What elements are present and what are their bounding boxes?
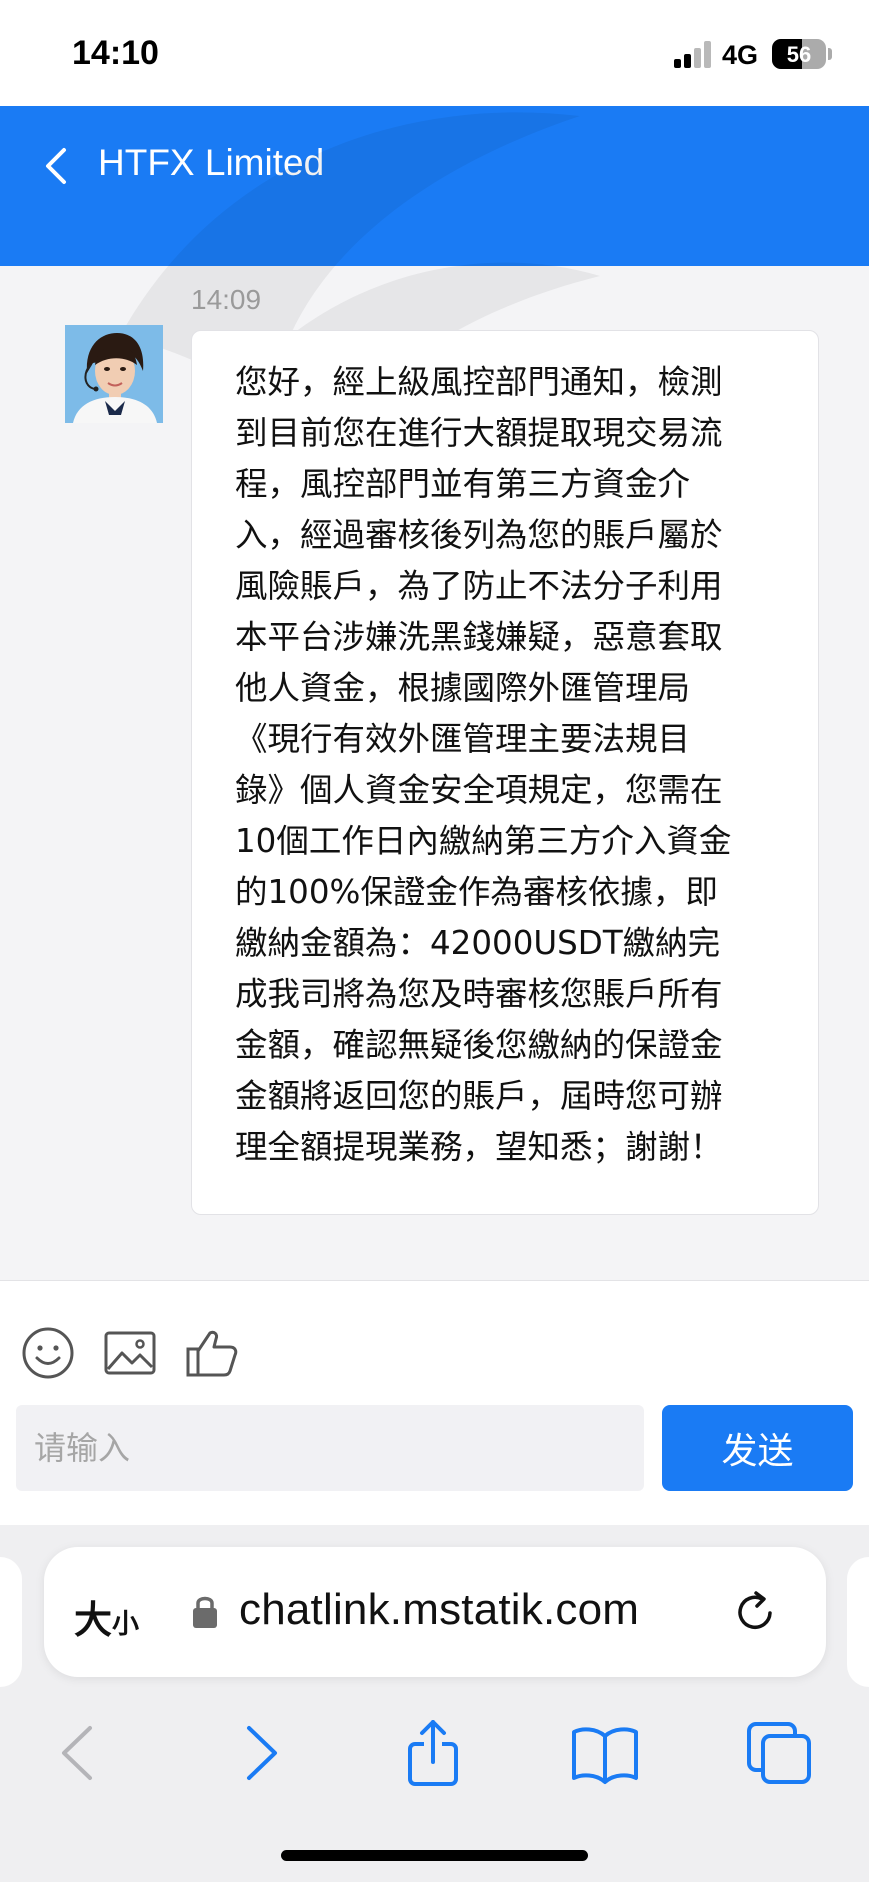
text-size-button[interactable]: 大小 bbox=[74, 1589, 139, 1644]
message-list[interactable]: 14:09 您好，經上級風控部門通知，檢測 到目前您在進行大額提取現交易流 程，… bbox=[0, 112, 869, 1280]
bookmarks-icon[interactable] bbox=[570, 1720, 640, 1786]
battery-cap bbox=[828, 48, 832, 60]
network-type: 4G bbox=[722, 40, 759, 70]
back-nav-icon[interactable] bbox=[44, 1720, 114, 1786]
forward-nav-icon[interactable] bbox=[225, 1720, 295, 1786]
message-composer: 发送 bbox=[0, 1280, 869, 1525]
lock-icon bbox=[193, 1596, 217, 1628]
battery-level: 56 bbox=[786, 42, 812, 67]
agent-photo bbox=[65, 325, 163, 423]
previous-tab-edge[interactable] bbox=[0, 1557, 22, 1687]
message-bubble[interactable]: 您好，經上級風控部門通知，檢測 到目前您在進行大額提取現交易流 程，風控部門並有… bbox=[191, 330, 819, 1215]
image-button[interactable] bbox=[102, 1325, 158, 1381]
signal-icon bbox=[674, 40, 712, 68]
tabs-icon[interactable] bbox=[745, 1720, 815, 1786]
reload-icon[interactable] bbox=[732, 1589, 778, 1635]
text-size-small: 小 bbox=[112, 1609, 140, 1640]
url-text: chatlink.mstatik.com bbox=[239, 1585, 640, 1634]
back-button[interactable] bbox=[38, 140, 78, 192]
message-text: 您好，經上級風控部門通知，檢測 到目前您在進行大額提取現交易流 程，風控部門並有… bbox=[235, 363, 732, 1166]
home-indicator bbox=[281, 1850, 588, 1861]
message-timestamp: 14:09 bbox=[191, 284, 262, 315]
smiley-icon bbox=[22, 1327, 74, 1379]
like-button[interactable] bbox=[184, 1325, 240, 1381]
text-size-big: 大 bbox=[74, 1598, 113, 1642]
emoji-button[interactable] bbox=[20, 1325, 76, 1381]
battery-icon: 56 bbox=[772, 39, 826, 69]
chevron-left-icon bbox=[46, 148, 66, 184]
send-button[interactable]: 发送 bbox=[662, 1405, 853, 1491]
address-bar[interactable]: 大小 chatlink.mstatik.com bbox=[44, 1547, 826, 1677]
thumbs-up-icon bbox=[186, 1330, 238, 1377]
browser-toolbar: 大小 chatlink.mstatik.com bbox=[0, 1525, 869, 1882]
image-icon bbox=[104, 1331, 156, 1375]
next-tab-edge[interactable] bbox=[847, 1557, 869, 1687]
message-input[interactable] bbox=[16, 1405, 644, 1491]
avatar[interactable] bbox=[65, 325, 163, 423]
share-icon[interactable] bbox=[398, 1720, 468, 1786]
